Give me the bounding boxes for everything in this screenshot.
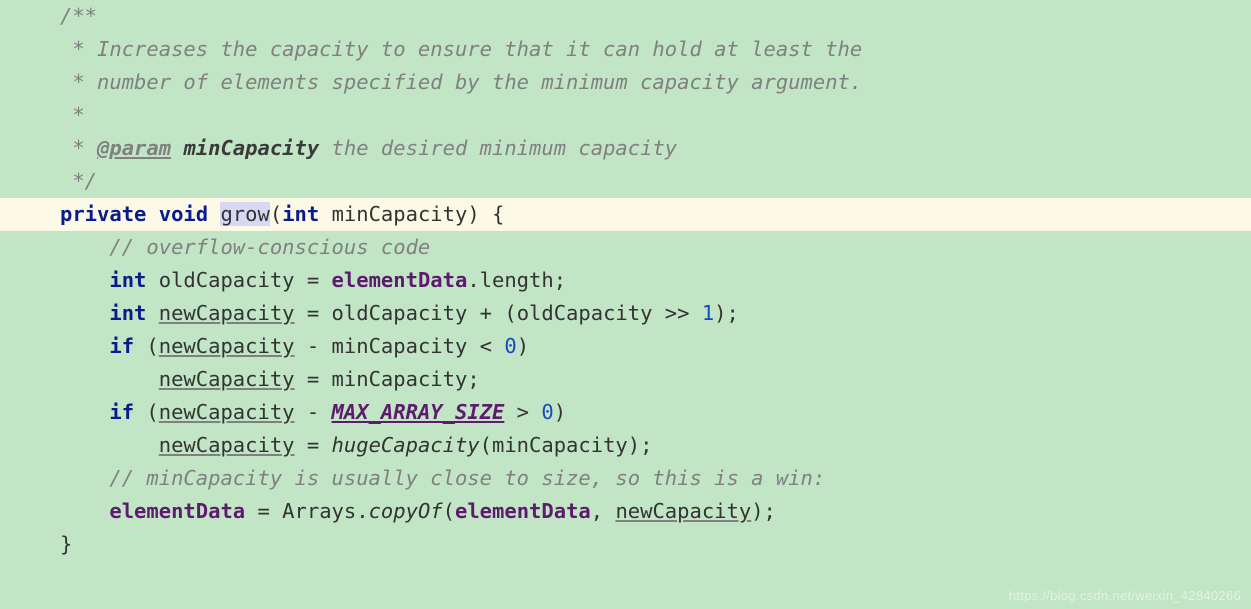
javadoc-start: /** — [60, 4, 97, 28]
code-line: */ — [0, 165, 1251, 198]
keyword-int: int — [282, 202, 319, 226]
javadoc-text: * number of elements specified by the mi… — [60, 70, 862, 94]
keyword-if: if — [109, 334, 134, 358]
var: newCapacity — [159, 334, 295, 358]
var: minCapacity — [332, 334, 468, 358]
constant: MAX_ARRAY_SIZE — [332, 400, 505, 424]
javadoc-text: * — [60, 103, 85, 127]
var: newCapacity — [159, 400, 295, 424]
code-line: int newCapacity = oldCapacity + (oldCapa… — [0, 297, 1251, 330]
line-comment: // overflow-conscious code — [109, 235, 430, 259]
var: oldCapacity — [159, 268, 295, 292]
javadoc-text: * Increases the capacity to ensure that … — [60, 37, 862, 61]
arg: newCapacity — [615, 499, 751, 523]
keyword-void: void — [159, 202, 208, 226]
method-name: grow — [220, 202, 269, 226]
line-comment: // minCapacity is usually close to size,… — [109, 466, 825, 490]
code-line: if (newCapacity - minCapacity < 0) — [0, 330, 1251, 363]
param-tag: @param — [97, 136, 171, 160]
field: elementData — [332, 268, 468, 292]
javadoc-param: * @param minCapacity the desired minimum… — [60, 136, 677, 160]
code-line: } — [0, 528, 1251, 561]
code-line: int oldCapacity = elementData.length; — [0, 264, 1251, 297]
var: newCapacity — [159, 433, 295, 457]
arg: minCapacity — [492, 433, 628, 457]
class: Arrays — [282, 499, 356, 523]
code-line: // overflow-conscious code — [0, 231, 1251, 264]
code-line: elementData = Arrays.copyOf(elementData,… — [0, 495, 1251, 528]
param: minCapacity — [332, 202, 468, 226]
property: length — [480, 268, 554, 292]
keyword-int: int — [109, 268, 146, 292]
number: 0 — [541, 400, 553, 424]
code-line: newCapacity = minCapacity; — [0, 363, 1251, 396]
code-line: newCapacity = hugeCapacity(minCapacity); — [0, 429, 1251, 462]
code-line: * number of elements specified by the mi… — [0, 66, 1251, 99]
code-line: * — [0, 99, 1251, 132]
field: elementData — [109, 499, 245, 523]
watermark: https://blog.csdn.net/weixin_42840266 — [1009, 588, 1241, 603]
field: elementData — [455, 499, 591, 523]
code-line: // minCapacity is usually close to size,… — [0, 462, 1251, 495]
code-line: /** — [0, 0, 1251, 33]
var: oldCapacity — [332, 301, 468, 325]
javadoc-end: */ — [60, 169, 97, 193]
code-line: * @param minCapacity the desired minimum… — [0, 132, 1251, 165]
var: minCapacity — [332, 367, 468, 391]
var: newCapacity — [159, 301, 295, 325]
number: 0 — [504, 334, 516, 358]
code-line: * Increases the capacity to ensure that … — [0, 33, 1251, 66]
var: oldCapacity — [517, 301, 653, 325]
number: 1 — [702, 301, 714, 325]
param-name: minCapacity — [183, 136, 319, 160]
keyword-int: int — [109, 301, 146, 325]
code-editor[interactable]: /** * Increases the capacity to ensure t… — [0, 0, 1251, 561]
static-method: hugeCapacity — [332, 433, 480, 457]
var: newCapacity — [159, 367, 295, 391]
keyword-if: if — [109, 400, 134, 424]
static-method: copyOf — [369, 499, 443, 523]
code-line-current: private void grow(int minCapacity) { — [0, 198, 1251, 231]
keyword-private: private — [60, 202, 146, 226]
code-line: if (newCapacity - MAX_ARRAY_SIZE > 0) — [0, 396, 1251, 429]
